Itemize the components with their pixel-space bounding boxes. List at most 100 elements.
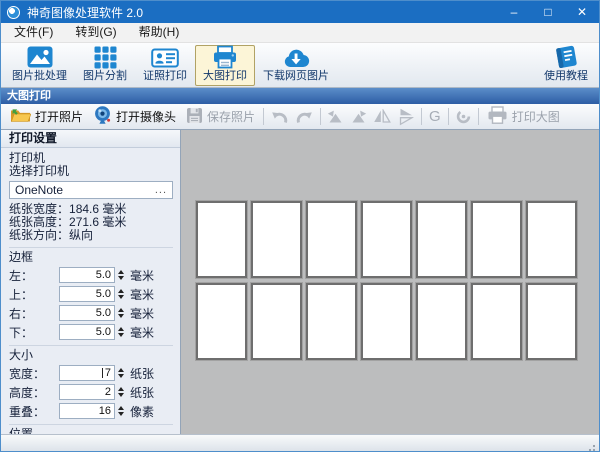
settings-panel-header: 打印设置 — [1, 130, 180, 148]
unit-label: 纸张 — [130, 384, 154, 401]
print-large-button[interactable]: 打印大图 — [482, 105, 565, 128]
spinner-arrows[interactable] — [118, 406, 124, 416]
size-height-input[interactable]: 2 — [59, 384, 115, 400]
webcam-icon — [93, 105, 112, 128]
border-bottom-row: 下： 5.0 毫米 — [9, 324, 173, 340]
border-left-input[interactable]: 5.0 — [59, 267, 115, 283]
border-top-row: 上： 5.0 毫米 — [9, 286, 173, 302]
spin-down-icon[interactable] — [118, 314, 124, 318]
size-width-input[interactable]: 7 — [59, 365, 115, 381]
border-right-row: 右： 5.0 毫米 — [9, 305, 173, 321]
print-large-label: 打印大图 — [512, 108, 560, 125]
spinner-arrows[interactable] — [118, 327, 124, 337]
size-overlap-input[interactable]: 16 — [59, 403, 115, 419]
preview-page — [526, 283, 577, 360]
border-left-label: 左： — [9, 267, 49, 284]
border-right-label: 右： — [9, 305, 49, 322]
section-title: 大图打印 — [7, 90, 51, 102]
open-camera-button[interactable]: 打开摄像头 — [88, 104, 181, 129]
spin-down-icon[interactable] — [118, 374, 124, 378]
tool-button-tutorial[interactable]: 使用教程 — [536, 45, 596, 86]
spin-up-icon[interactable] — [118, 387, 124, 391]
tool-button-batch-process[interactable]: 图片批处理 — [4, 45, 75, 86]
size-width-label: 宽度： — [9, 365, 49, 382]
printer-browse-button[interactable]: ... — [155, 185, 167, 195]
border-top-input[interactable]: 5.0 — [59, 286, 115, 302]
tool-label: 图片分割 — [83, 71, 127, 82]
spin-up-icon[interactable] — [118, 308, 124, 312]
spin-down-icon[interactable] — [118, 333, 124, 337]
size-height-row: 高度： 2 纸张 — [9, 384, 173, 400]
preview-area — [181, 130, 599, 434]
spin-up-icon[interactable] — [118, 270, 124, 274]
spin-up-icon[interactable] — [118, 406, 124, 410]
separator — [320, 108, 321, 125]
size-width-row: 宽度： 7 纸张 — [9, 365, 173, 381]
content: 打印设置 打印机 选择打印机 OneNote ... 纸张宽度：184.6 毫米… — [1, 130, 599, 434]
preview-page — [196, 201, 247, 278]
statusbar — [1, 434, 599, 451]
preview-page — [306, 283, 357, 360]
minimize-button[interactable]: – — [497, 1, 531, 23]
spin-up-icon[interactable] — [118, 327, 124, 331]
preview-page — [251, 283, 302, 360]
menu-item-goto[interactable]: 转到(G) — [64, 23, 127, 42]
redo-button[interactable] — [292, 107, 317, 126]
border-right-input[interactable]: 5.0 — [59, 305, 115, 321]
spinner-arrows[interactable] — [118, 387, 124, 397]
grid-icon — [94, 46, 117, 69]
section-header: 大图打印 — [1, 88, 599, 104]
border-bottom-input[interactable]: 5.0 — [59, 324, 115, 340]
spinner-arrows[interactable] — [118, 289, 124, 299]
unit-label: 像素 — [130, 403, 154, 420]
spin-down-icon[interactable] — [118, 393, 124, 397]
tool-label: 使用教程 — [544, 71, 588, 82]
preview-page — [196, 283, 247, 360]
spinner-arrows[interactable] — [118, 368, 124, 378]
actionbar: 打开照片 打开摄像头 保存照片 — [1, 104, 599, 130]
separator — [448, 108, 449, 125]
size-overlap-row: 重叠： 16 像素 — [9, 403, 173, 419]
unit-label: 纸张 — [130, 365, 154, 382]
book-icon — [554, 45, 579, 69]
tool-button-download-web-images[interactable]: 下载网页图片 — [255, 45, 337, 86]
effects-icon[interactable] — [452, 107, 475, 126]
main-toolbar: 图片批处理 图片分割 证照打印 大图打印 下载网页图片 — [1, 43, 599, 88]
app-window: 神奇图像处理软件 2.0 – □ ✕ 文件(F) 转到(G) 帮助(H) 图片批… — [0, 0, 600, 452]
flip-horizontal-button[interactable] — [370, 108, 394, 125]
spin-up-icon[interactable] — [118, 289, 124, 293]
spinner-arrows[interactable] — [118, 308, 124, 318]
rotate-right-button[interactable] — [347, 108, 370, 125]
settings-panel: 打印设置 打印机 选择打印机 OneNote ... 纸张宽度：184.6 毫米… — [1, 130, 181, 434]
maximize-button[interactable]: □ — [531, 1, 565, 23]
page-grid — [196, 201, 577, 360]
spin-down-icon[interactable] — [118, 295, 124, 299]
tool-button-split[interactable]: 图片分割 — [75, 45, 135, 86]
rotate-left-button[interactable] — [324, 108, 347, 125]
close-button[interactable]: ✕ — [565, 1, 599, 23]
tool-button-id-print[interactable]: 证照打印 — [135, 45, 195, 86]
undo-button[interactable] — [267, 107, 292, 126]
flip-vertical-button[interactable] — [394, 108, 418, 125]
spinner-arrows[interactable] — [118, 270, 124, 280]
tool-label: 证照打印 — [143, 71, 187, 82]
open-photo-button[interactable]: 打开照片 — [5, 105, 88, 128]
tool-button-large-print[interactable]: 大图打印 — [195, 45, 255, 86]
unit-label: 毫米 — [130, 324, 154, 341]
printer-select[interactable]: OneNote ... — [9, 181, 173, 199]
grayscale-button[interactable]: G — [425, 109, 445, 124]
unit-label: 毫米 — [130, 305, 154, 322]
save-photo-button[interactable]: 保存照片 — [181, 106, 260, 128]
spin-down-icon[interactable] — [118, 276, 124, 280]
preview-page — [306, 201, 357, 278]
open-photo-label: 打开照片 — [35, 108, 83, 125]
spin-up-icon[interactable] — [118, 368, 124, 372]
menu-item-file[interactable]: 文件(F) — [3, 23, 64, 42]
preview-page — [361, 283, 412, 360]
window-controls: – □ ✕ — [497, 1, 599, 23]
menu-item-help[interactable]: 帮助(H) — [128, 23, 191, 42]
resize-grip[interactable] — [593, 445, 595, 447]
border-left-row: 左： 5.0 毫米 — [9, 267, 173, 283]
spin-down-icon[interactable] — [118, 412, 124, 416]
titlebar: 神奇图像处理软件 2.0 – □ ✕ — [1, 1, 599, 23]
